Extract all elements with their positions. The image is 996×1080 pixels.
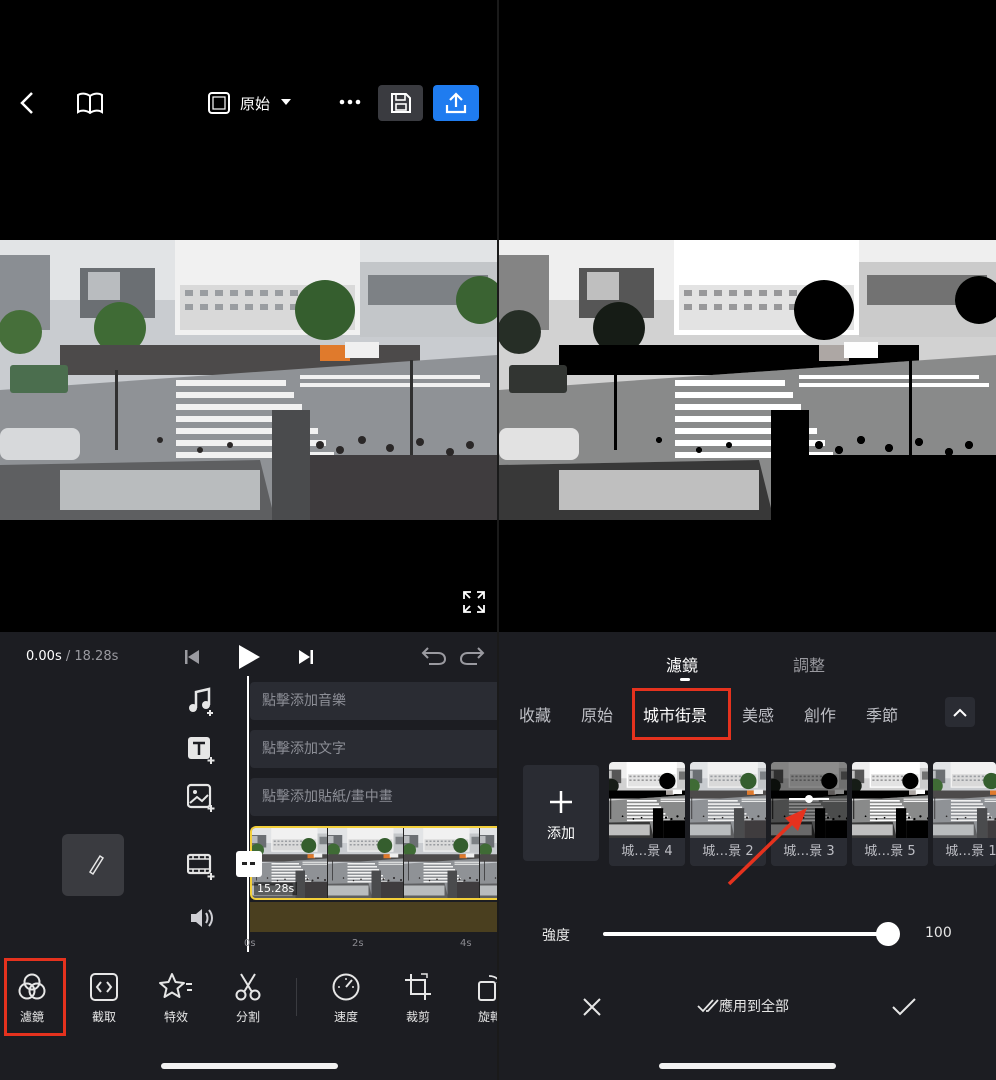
fullscreen-icon[interactable] <box>460 588 488 616</box>
tool-label: 旋轉 <box>477 1010 497 1024</box>
tool-label: 分割 <box>235 1010 260 1024</box>
undo-icon[interactable] <box>420 644 448 668</box>
add-music-icon[interactable] <box>186 686 218 718</box>
category-creative[interactable]: 創作 <box>804 702 836 726</box>
home-indicator <box>161 1063 338 1069</box>
tool-rotate[interactable]: 旋轉 <box>460 972 497 1025</box>
tool-label: 截取 <box>91 1010 116 1024</box>
filter-tool-highlight <box>4 958 66 1036</box>
cancel-button[interactable] <box>577 992 607 1022</box>
annotation-arrow <box>727 808 807 886</box>
filter-screen: 濾鏡 調整 收藏 原始 城市街景 美感 創作 季節 添加 城…景 4 城…景 2… <box>499 0 996 1080</box>
video-preview <box>0 240 497 520</box>
intensity-value: 100 <box>925 925 952 941</box>
rotate-icon <box>478 975 497 1001</box>
playhead[interactable] <box>247 676 249 952</box>
tool-divider <box>296 978 297 1016</box>
skip-end-icon[interactable] <box>296 646 316 668</box>
intensity-slider-knob[interactable] <box>876 922 900 946</box>
sticker-track[interactable]: 點擊添加貼紙/畫中畫 <box>250 778 497 816</box>
add-sticker-icon[interactable] <box>186 782 218 814</box>
text-track[interactable]: 點擊添加文字 <box>250 730 497 768</box>
filter-thumb[interactable]: 城…景 1 <box>933 762 996 866</box>
category-original[interactable]: 原始 <box>581 702 613 726</box>
add-label: 添加 <box>547 826 575 842</box>
speed-gauge-icon <box>332 973 360 1001</box>
tool-label: 特效 <box>163 1010 188 1024</box>
play-icon <box>239 645 260 669</box>
tool-effects[interactable]: 特效 <box>146 972 206 1025</box>
ruler-tick: 0s <box>244 938 256 949</box>
clip-duration: 15.28s <box>254 882 298 895</box>
active-tab-indicator <box>680 678 690 681</box>
aspect-ratio-label[interactable]: 原始 <box>240 93 270 114</box>
book-icon[interactable] <box>74 88 106 118</box>
redo-icon[interactable] <box>458 644 486 668</box>
back-icon[interactable] <box>12 88 42 118</box>
intensity-slider[interactable] <box>603 932 891 936</box>
plus-icon <box>550 791 572 813</box>
crop-icon <box>405 973 431 1000</box>
collapse-button[interactable] <box>945 697 975 727</box>
ruler-tick: 4s <box>460 938 472 949</box>
aspect-ratio-icon[interactable] <box>206 90 232 116</box>
confirm-button[interactable] <box>887 992 921 1022</box>
editor-screen: 原始 0.00s / 18.28s 點擊添加音樂 點擊添加文字 點擊添加貼紙/畫… <box>0 0 497 1080</box>
video-preview-filtered <box>499 240 996 520</box>
music-track[interactable]: 點擊添加音樂 <box>250 682 497 720</box>
filter-label: 城…景 4 <box>609 838 685 866</box>
effects-star-icon <box>159 973 192 998</box>
play-button[interactable] <box>236 642 262 672</box>
filter-label: 城…景 5 <box>852 838 928 866</box>
scissors-icon <box>235 973 261 1001</box>
tab-filter[interactable]: 濾鏡 <box>666 652 698 676</box>
home-indicator <box>659 1063 836 1069</box>
skip-start-icon[interactable] <box>182 646 202 668</box>
time-readout: 0.00s / 18.28s <box>26 649 119 664</box>
chevron-up-icon <box>953 708 967 717</box>
dropdown-caret-icon[interactable] <box>280 97 292 107</box>
close-icon <box>583 998 601 1016</box>
tool-speed[interactable]: 速度 <box>316 972 376 1025</box>
tab-adjust[interactable]: 調整 <box>793 652 825 676</box>
tool-crop[interactable]: 裁剪 <box>388 972 448 1025</box>
cover-button[interactable]: 封面 <box>62 834 124 896</box>
add-video-icon[interactable] <box>186 850 218 882</box>
double-check-icon <box>697 999 719 1013</box>
category-favorites[interactable]: 收藏 <box>519 702 551 726</box>
volume-icon[interactable] <box>186 902 218 934</box>
filter-thumb[interactable]: 城…景 5 <box>852 762 928 866</box>
save-icon <box>390 93 411 113</box>
tool-label: 裁剪 <box>405 1010 430 1024</box>
checkmark-icon <box>892 998 916 1016</box>
add-text-icon[interactable] <box>186 734 218 766</box>
upload-icon <box>445 92 467 114</box>
tool-trim[interactable]: 截取 <box>74 972 134 1025</box>
filter-thumb[interactable]: 城…景 4 <box>609 762 685 866</box>
category-highlight <box>632 688 731 740</box>
category-aesthetic[interactable]: 美感 <box>742 702 774 726</box>
apply-to-all-label: 應用到全部 <box>719 999 789 1015</box>
tool-label: 速度 <box>333 1010 358 1024</box>
tool-split[interactable]: 分割 <box>218 972 278 1025</box>
clip-transition-handle[interactable] <box>236 851 262 877</box>
ruler-tick: 2s <box>352 938 364 949</box>
export-button[interactable] <box>433 85 479 121</box>
category-seasons[interactable]: 季節 <box>866 702 898 726</box>
more-icon[interactable] <box>336 92 364 112</box>
trim-icon <box>90 973 118 1001</box>
add-filter-button[interactable]: 添加 <box>523 765 599 861</box>
audio-waveform-track <box>250 902 497 932</box>
intensity-label: 強度 <box>542 928 570 944</box>
apply-to-all-button[interactable]: 應用到全部 <box>697 996 789 1016</box>
save-draft-button[interactable] <box>378 85 423 121</box>
filter-label: 城…景 1 <box>933 838 996 866</box>
